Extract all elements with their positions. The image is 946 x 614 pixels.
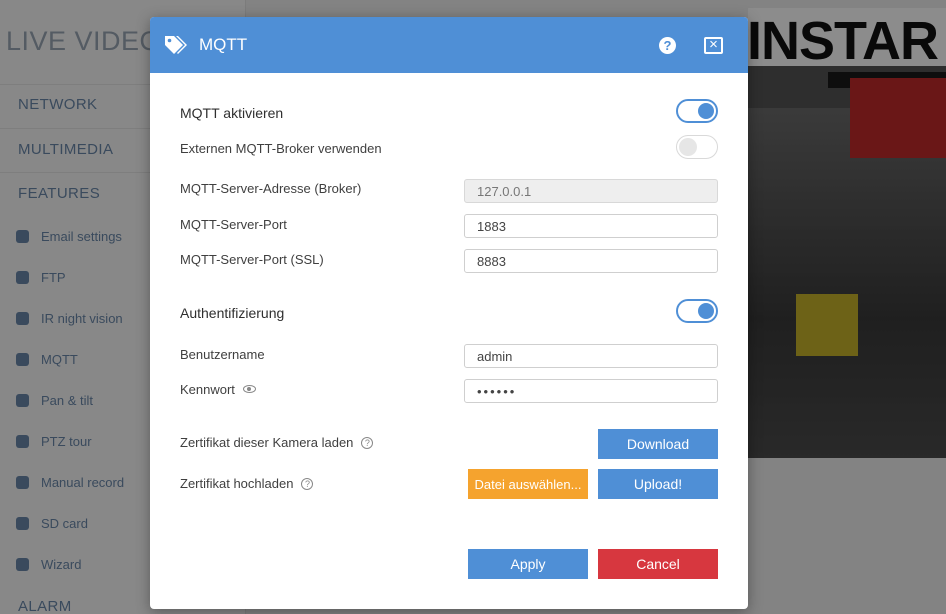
toggle-knob <box>679 138 697 156</box>
server-port-ssl-label: MQTT-Server-Port (SSL) <box>180 252 324 267</box>
eye-icon[interactable] <box>242 385 256 393</box>
username-label: Benutzername <box>180 347 265 362</box>
password-input[interactable] <box>464 379 718 403</box>
username-input[interactable] <box>464 344 718 368</box>
server-address-input[interactable] <box>464 179 718 203</box>
toggle-knob <box>698 303 714 319</box>
download-button[interactable]: Download <box>598 429 718 459</box>
mqtt-enable-toggle[interactable] <box>676 99 718 123</box>
help-icon[interactable]: ? <box>659 37 676 54</box>
toggle-knob <box>698 103 714 119</box>
close-icon[interactable]: × <box>704 37 723 54</box>
password-label: Kennwort <box>180 382 256 397</box>
help-icon[interactable]: ? <box>361 437 374 449</box>
server-port-label: MQTT-Server-Port <box>180 217 287 232</box>
tag-icon <box>165 36 187 54</box>
cert-upload-label: Zertifikat hochladen? <box>180 476 314 491</box>
server-address-label: MQTT-Server-Adresse (Broker) <box>180 181 362 196</box>
upload-button[interactable]: Upload! <box>598 469 718 499</box>
dialog-title: MQTT <box>199 35 248 54</box>
external-broker-toggle[interactable] <box>676 135 718 159</box>
external-broker-label: Externen MQTT-Broker verwenden <box>180 141 382 156</box>
choose-file-button[interactable]: Datei auswählen... <box>468 469 588 499</box>
cancel-button[interactable]: Cancel <box>598 549 718 579</box>
server-port-ssl-input[interactable] <box>464 249 718 273</box>
help-icon[interactable]: ? <box>301 478 314 490</box>
cert-download-label: Zertifikat dieser Kamera laden? <box>180 435 374 450</box>
mqtt-dialog: MQTT ? × MQTT aktivieren Externen MQTT-B… <box>150 17 748 609</box>
server-port-input[interactable] <box>464 214 718 238</box>
auth-label: Authentifizierung <box>180 305 285 321</box>
auth-toggle[interactable] <box>676 299 718 323</box>
dialog-header: MQTT ? × <box>150 17 748 73</box>
apply-button[interactable]: Apply <box>468 549 588 579</box>
mqtt-enable-label: MQTT aktivieren <box>180 105 284 121</box>
